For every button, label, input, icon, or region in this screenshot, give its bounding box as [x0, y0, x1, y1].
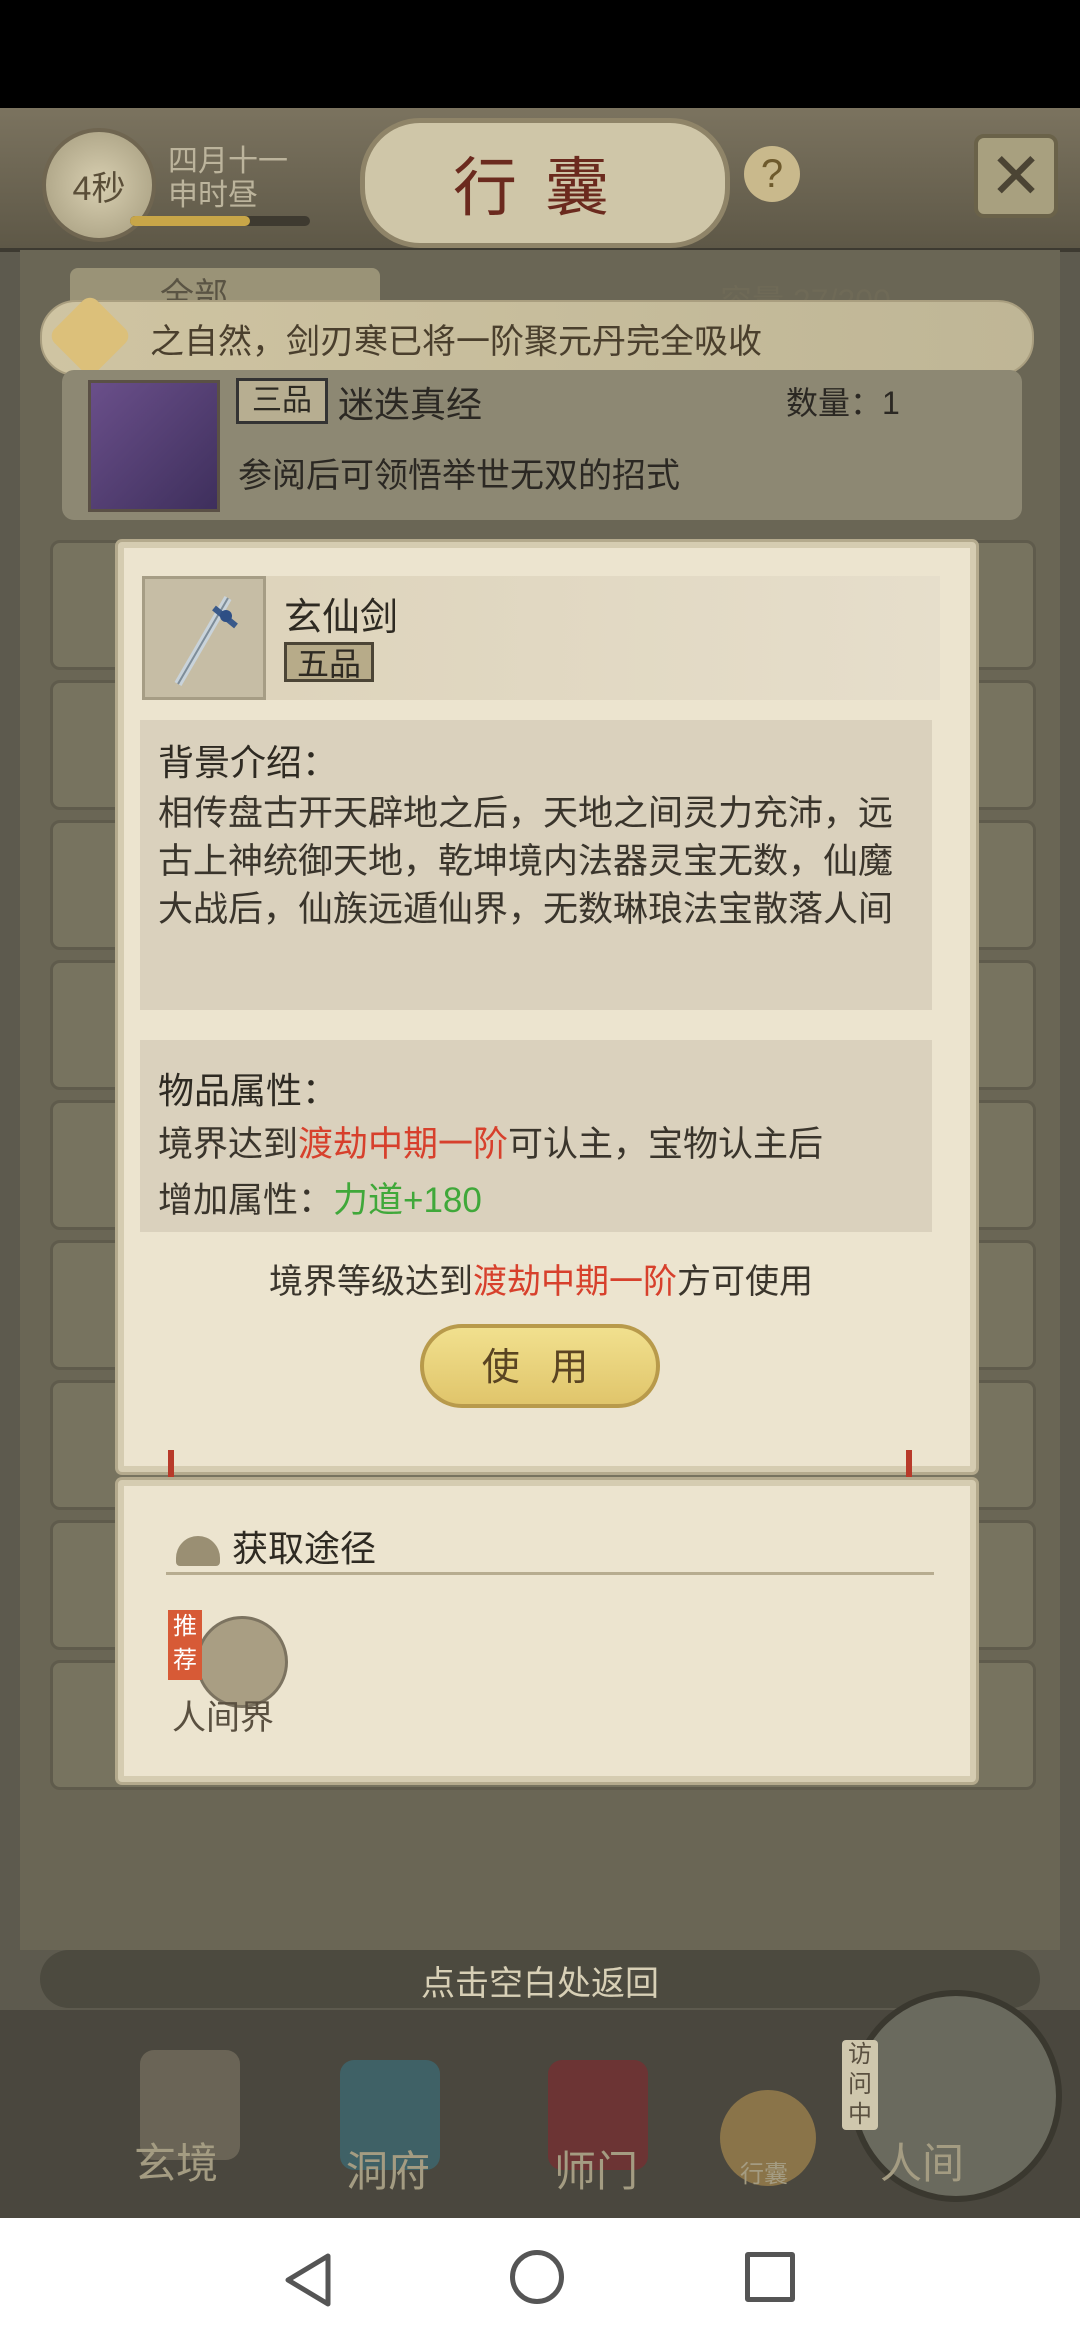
nav-label-renjian[interactable]: 人间 — [880, 2130, 964, 2191]
attr-text: 境界达到 — [158, 1125, 299, 1164]
req-text: 方可使用 — [677, 1263, 813, 1301]
item-title: 玄仙剑 — [284, 597, 399, 639]
attr-text: 可认主，宝物认主后 — [508, 1125, 824, 1164]
source-title: 获取途径 — [232, 1528, 377, 1569]
background-text: 相传盘古开天辟地之后，天地之间灵力充沛，远古上神统御天地，乾坤境内法器灵宝无数，… — [158, 794, 894, 929]
nav-label-shimen[interactable]: 师门 — [554, 2138, 638, 2199]
recommend-tag: 推荐 — [168, 1610, 202, 1680]
req-highlight: 渡劫中期一阶 — [473, 1263, 677, 1301]
page-title: 行囊 — [360, 118, 730, 248]
divider — [166, 1572, 934, 1575]
item-description: 参阅后可领悟举世无双的招式 — [238, 457, 680, 495]
nav-label-xingnang[interactable]: 行囊 — [740, 2154, 788, 2189]
recent-apps-icon[interactable] — [745, 2252, 795, 2302]
back-icon[interactable] — [280, 2250, 340, 2310]
grade-badge: 三品 — [236, 378, 328, 424]
source-label: 人间界 — [172, 1698, 274, 1738]
grade-badge: 五品 — [284, 642, 374, 682]
use-button[interactable]: 使 用 — [420, 1324, 660, 1408]
attr-text: 增加属性： — [158, 1181, 334, 1220]
close-button[interactable]: ✕ — [974, 134, 1058, 218]
attributes-line-1: 境界达到渡劫中期一阶可认主，宝物认主后 — [158, 1116, 823, 1167]
visiting-tag: 访问中 — [842, 2040, 878, 2130]
nav-label-xuanjing[interactable]: 玄境 — [134, 2130, 218, 2191]
attr-value: 力道+180 — [333, 1181, 482, 1220]
requirement-text: 境界等级达到渡劫中期一阶方可使用 — [118, 1254, 964, 1303]
notice-text: 之自然，剑刃寒已将一阶聚元丹完全吸收 — [150, 323, 762, 361]
attributes-title: 物品属性： — [158, 1070, 339, 1111]
home-icon[interactable] — [510, 2250, 564, 2304]
req-text: 境界等级达到 — [269, 1263, 473, 1301]
book-icon — [88, 380, 220, 512]
item-quantity: 数量：1 — [786, 385, 900, 421]
attr-highlight: 渡劫中期一阶 — [298, 1125, 509, 1164]
background-title: 背景介绍： — [158, 742, 339, 783]
help-icon[interactable]: ? — [744, 146, 800, 202]
nav-label-dongfu[interactable]: 洞府 — [346, 2138, 430, 2199]
sword-icon — [174, 595, 238, 687]
item-name: 迷迭真经 — [338, 384, 483, 425]
return-hint: 点击空白处返回 — [421, 1965, 659, 2003]
energy-bar-fill — [130, 216, 250, 226]
date-line-2: 申时昼 — [168, 179, 258, 212]
attributes-line-2: 增加属性：力道+180 — [158, 1172, 482, 1223]
